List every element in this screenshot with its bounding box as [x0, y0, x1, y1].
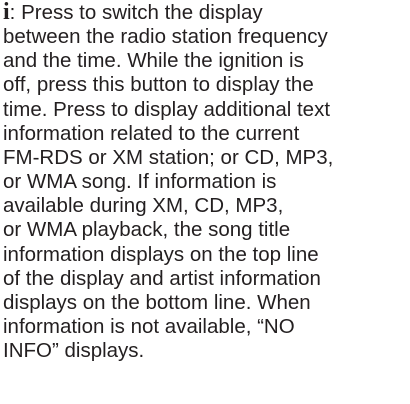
description-line-text: : Press to switch the display	[9, 1, 263, 24]
description-line: or WMA playback, the song title	[3, 218, 291, 242]
description-line: information displays on the top line	[3, 242, 319, 266]
description-line: FM-RDS or XM station; or CD, MP3,	[3, 145, 334, 169]
description-line: displays on the bottom line. When	[3, 290, 311, 314]
description-line: information related to the current	[3, 121, 300, 145]
manual-page: i: Press to switch the display between t…	[0, 0, 410, 404]
description-line: and the time. While the ignition is	[3, 49, 304, 73]
description-line: off, press this button to display the	[3, 73, 314, 97]
description-line: or WMA song. If information is	[3, 170, 277, 194]
description-line: between the radio station frequency	[3, 25, 328, 49]
description-line: information is not available, “NO	[3, 315, 295, 339]
description-line: available during XM, CD, MP3,	[3, 194, 284, 218]
description-line: i: Press to switch the display	[3, 0, 407, 25]
description-line: of the display and artist information	[3, 266, 321, 290]
description-line: INFO” displays.	[3, 339, 145, 363]
info-icon: i	[3, 0, 10, 25]
description-line: time. Press to display additional text	[3, 97, 331, 121]
info-button-description: i: Press to switch the display between t…	[3, 0, 407, 363]
